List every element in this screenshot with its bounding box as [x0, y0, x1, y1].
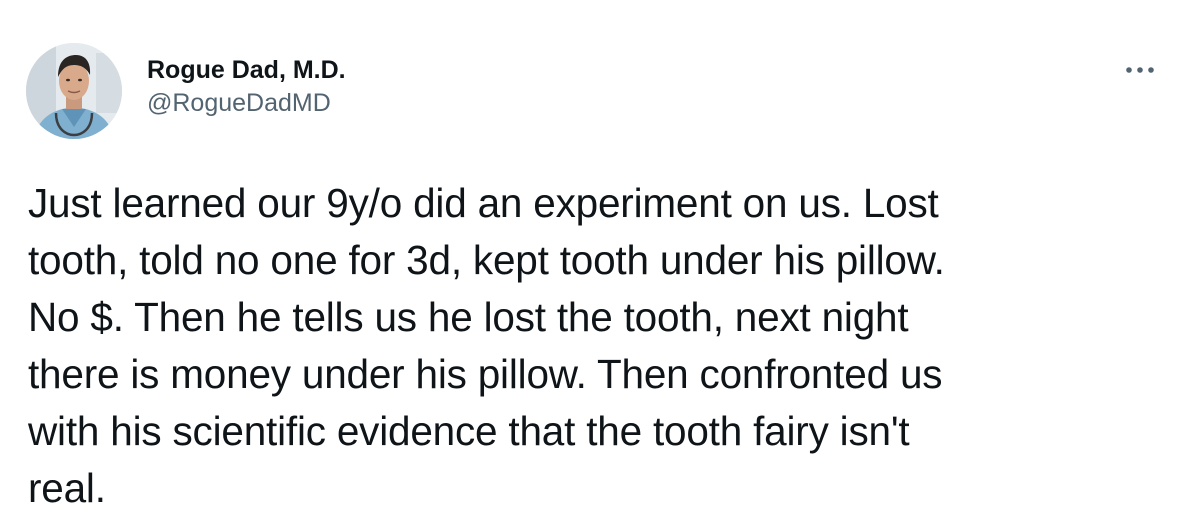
author-handle[interactable]: @RogueDadMD [147, 88, 346, 118]
author-display-name[interactable]: Rogue Dad, M.D. [147, 55, 346, 85]
more-options-button[interactable] [1118, 57, 1162, 83]
tweet-author: Rogue Dad, M.D. @RogueDadMD [147, 55, 346, 118]
profile-photo-icon [26, 43, 122, 139]
author-avatar[interactable] [26, 43, 122, 139]
tweet-text: Just learned our 9y/o did an experiment … [28, 180, 945, 511]
ellipsis-icon [1126, 67, 1154, 73]
tweet: Rogue Dad, M.D. @RogueDadMD Just learned… [0, 0, 1187, 529]
